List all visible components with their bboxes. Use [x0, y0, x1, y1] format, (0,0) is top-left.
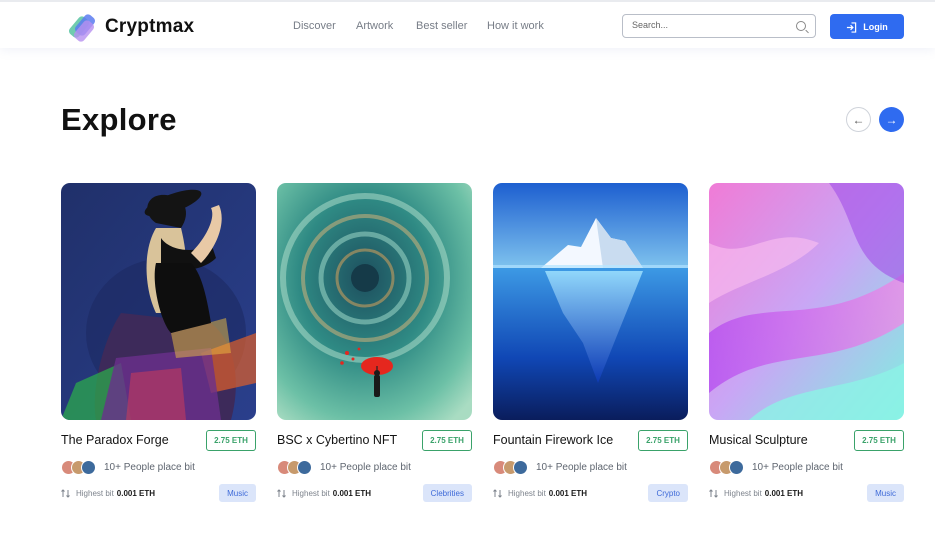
- nft-card[interactable]: BSC x Cybertino NFT 2.75 ETH 10+ People …: [277, 183, 472, 502]
- people-count: 10+ People place bit: [536, 462, 627, 473]
- search-input[interactable]: [632, 20, 782, 30]
- bid-swap-icon: [277, 489, 286, 498]
- nav-discover[interactable]: Discover: [293, 20, 336, 32]
- arrow-right-icon: →: [885, 112, 898, 127]
- search-icon[interactable]: [796, 21, 806, 31]
- bid-value: 0.001 ETH: [332, 489, 372, 498]
- bid-swap-icon: [61, 489, 70, 498]
- category-tag[interactable]: Clebrities: [422, 484, 472, 502]
- people-count: 10+ People place bit: [752, 462, 843, 473]
- highest-bid: Highest bit 0.001 ETH: [277, 489, 371, 498]
- page-title: Explore: [61, 102, 177, 137]
- avatar: [81, 460, 96, 475]
- nft-title[interactable]: The Paradox Forge: [61, 433, 169, 447]
- bid-label: Highest bit: [724, 489, 762, 498]
- category-tag[interactable]: Crypto: [648, 484, 688, 502]
- price-badge: 2.75 ETH: [638, 430, 688, 451]
- logo-icon: [67, 12, 98, 44]
- bidder-avatars: [709, 460, 744, 475]
- bid-label: Highest bit: [76, 489, 114, 498]
- bid-swap-icon: [709, 489, 718, 498]
- top-navbar: Cryptmax Discover Artwork Best seller Ho…: [0, 0, 935, 48]
- bid-value: 0.001 ETH: [548, 489, 588, 498]
- nft-title[interactable]: BSC x Cybertino NFT: [277, 433, 397, 447]
- category-tag[interactable]: Music: [867, 484, 904, 502]
- highest-bid: Highest bit 0.001 ETH: [709, 489, 803, 498]
- bidder-avatars: [61, 460, 96, 475]
- price-badge: 2.75 ETH: [854, 430, 904, 451]
- avatar: [513, 460, 528, 475]
- price-badge: 2.75 ETH: [422, 430, 472, 451]
- bidder-avatars: [277, 460, 312, 475]
- bid-value: 0.001 ETH: [764, 489, 804, 498]
- prev-arrow-button[interactable]: ←: [846, 107, 871, 132]
- nft-card[interactable]: Fountain Firework Ice 2.75 ETH 10+ Peopl…: [493, 183, 688, 502]
- nft-title[interactable]: Fountain Firework Ice: [493, 433, 613, 447]
- nft-image[interactable]: [709, 183, 904, 420]
- nft-image[interactable]: [61, 183, 256, 420]
- search-box: [622, 14, 816, 38]
- bid-label: Highest bit: [508, 489, 546, 498]
- login-icon: [846, 21, 857, 33]
- avatar: [729, 460, 744, 475]
- nav-best-seller[interactable]: Best seller: [416, 20, 467, 32]
- people-count: 10+ People place bit: [104, 462, 195, 473]
- brand-logo[interactable]: Cryptmax: [67, 12, 195, 44]
- nav-artwork[interactable]: Artwork: [356, 20, 393, 32]
- next-arrow-button[interactable]: →: [879, 107, 904, 132]
- people-count: 10+ People place bit: [320, 462, 411, 473]
- bid-value: 0.001 ETH: [116, 489, 156, 498]
- nft-image[interactable]: [493, 183, 688, 420]
- brand-name: Cryptmax: [105, 16, 195, 37]
- nft-title[interactable]: Musical Sculpture: [709, 433, 808, 447]
- bid-label: Highest bit: [292, 489, 330, 498]
- arrow-left-icon: ←: [852, 112, 865, 127]
- nft-card[interactable]: The Paradox Forge 2.75 ETH 10+ People pl…: [61, 183, 256, 502]
- login-button[interactable]: Login: [830, 14, 904, 39]
- nft-card[interactable]: Musical Sculpture 2.75 ETH 10+ People pl…: [709, 183, 904, 502]
- category-tag[interactable]: Music: [219, 484, 256, 502]
- avatar: [297, 460, 312, 475]
- highest-bid: Highest bit 0.001 ETH: [61, 489, 155, 498]
- nft-image[interactable]: [277, 183, 472, 420]
- bid-swap-icon: [493, 489, 502, 498]
- nav-how-it-work[interactable]: How it work: [487, 20, 544, 32]
- highest-bid: Highest bit 0.001 ETH: [493, 489, 587, 498]
- login-label: Login: [863, 21, 888, 32]
- bidder-avatars: [493, 460, 528, 475]
- price-badge: 2.75 ETH: [206, 430, 256, 451]
